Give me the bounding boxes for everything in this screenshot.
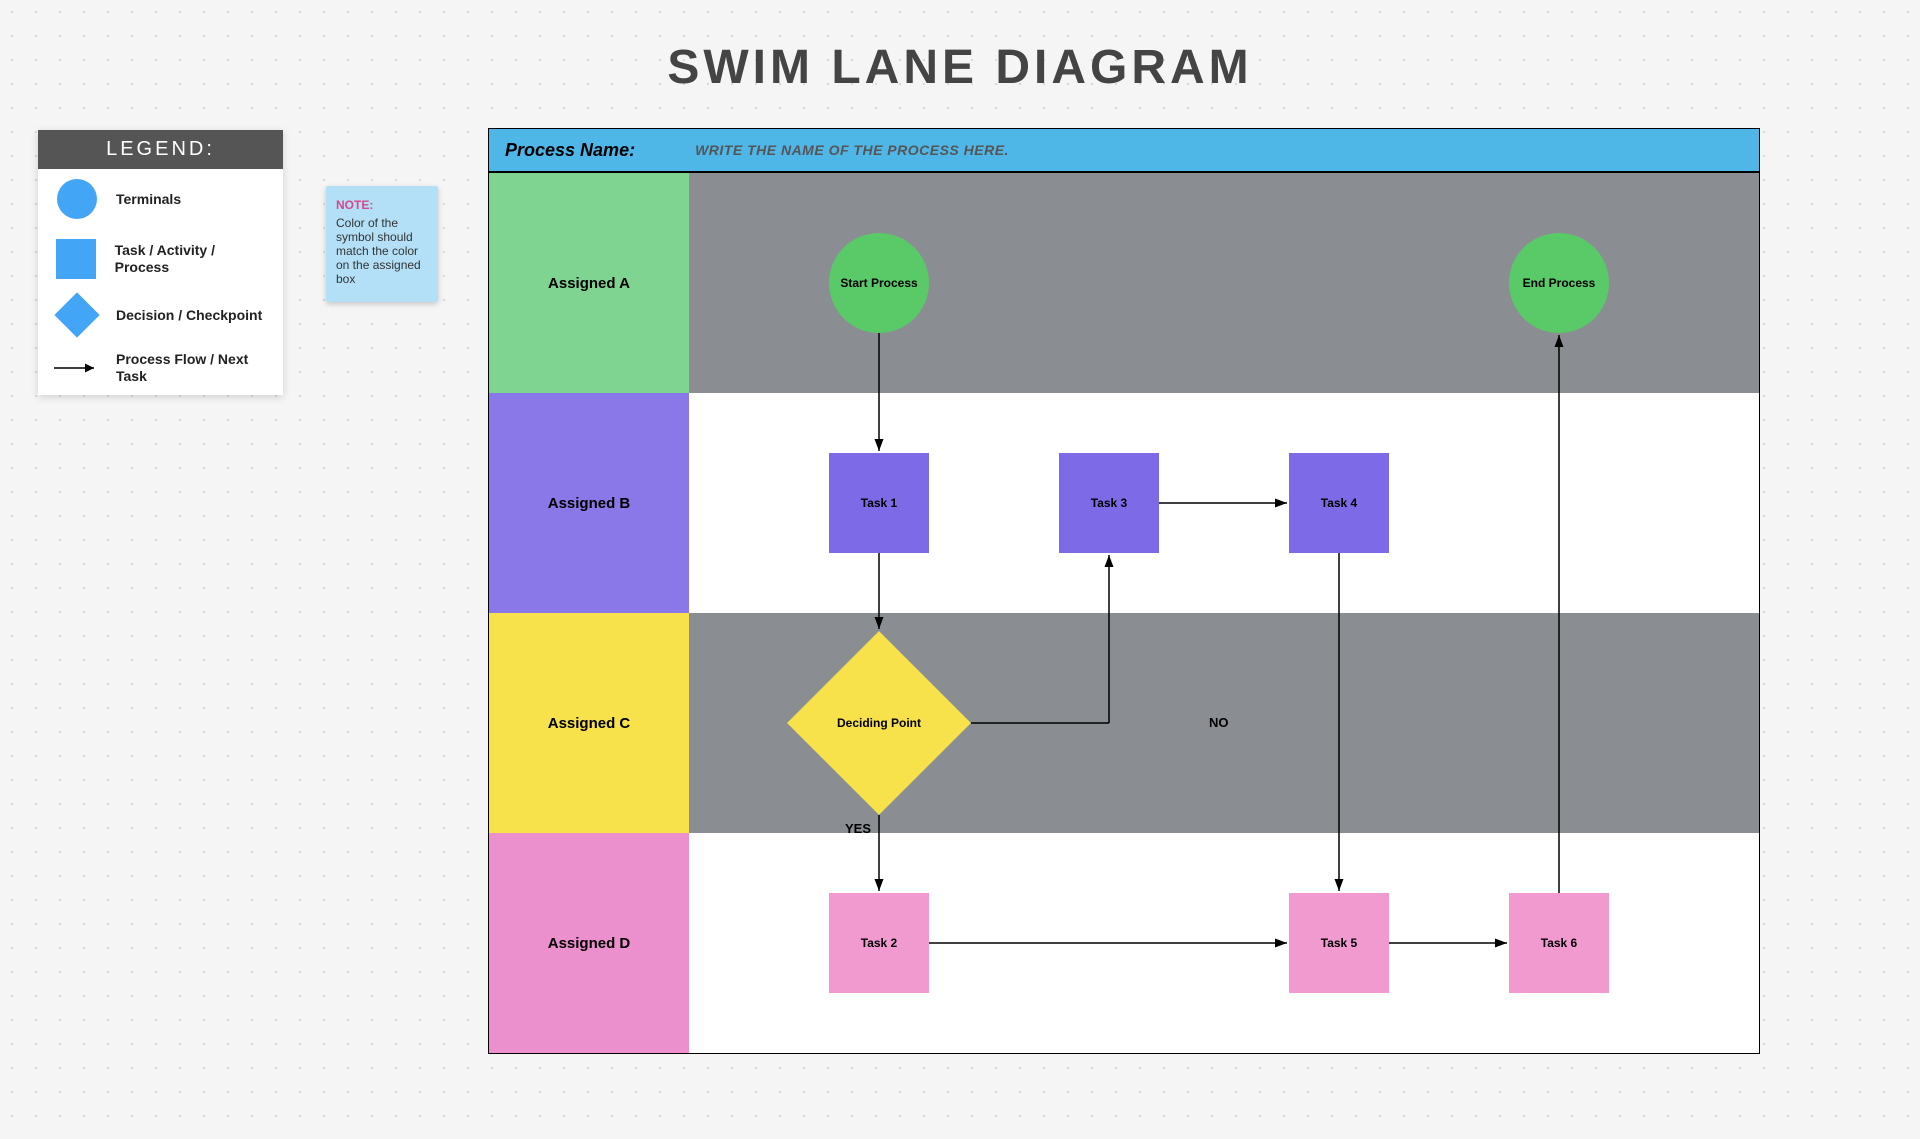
node-task4[interactable]: Task 4 <box>1289 453 1389 553</box>
legend-label: Task / Activity / Process <box>115 242 269 276</box>
legend-label: Terminals <box>116 191 181 208</box>
legend-item-terminals: Terminals <box>38 169 283 229</box>
legend-label: Decision / Checkpoint <box>116 307 262 324</box>
note-panel: NOTE: Color of the symbol should match t… <box>326 186 438 302</box>
lane-header-d: Assigned D <box>489 833 689 1053</box>
circle-icon <box>57 179 97 219</box>
note-title: NOTE: <box>336 198 428 212</box>
lanes: Assigned A Start Process End Process Ass… <box>489 173 1759 1053</box>
node-task2[interactable]: Task 2 <box>829 893 929 993</box>
legend-label: Process Flow / Next Task <box>116 351 269 385</box>
node-task1[interactable]: Task 1 <box>829 453 929 553</box>
node-end[interactable]: End Process <box>1509 233 1609 333</box>
page-title: SWIM LANE DIAGRAM <box>667 40 1252 95</box>
legend-header: LEGEND: <box>38 130 283 169</box>
edge-label-no: NO <box>1209 715 1229 730</box>
square-icon <box>56 239 96 279</box>
lane-header-b: Assigned B <box>489 393 689 613</box>
lane-d: Assigned D Task 2 Task 5 Task 6 <box>489 833 1759 1053</box>
node-task5[interactable]: Task 5 <box>1289 893 1389 993</box>
edge-label-yes: YES <box>845 821 871 836</box>
process-name-label: Process Name: <box>505 140 635 161</box>
lane-b: Assigned B Task 1 Task 3 Task 4 <box>489 393 1759 613</box>
legend-item-flow: Process Flow / Next Task <box>38 341 283 395</box>
legend-item-decision: Decision / Checkpoint <box>38 289 283 341</box>
lane-a: Assigned A Start Process End Process <box>489 173 1759 393</box>
process-name-row: Process Name: WRITE THE NAME OF THE PROC… <box>489 129 1759 173</box>
legend-item-task: Task / Activity / Process <box>38 229 283 289</box>
lane-body-a: Start Process End Process <box>689 173 1759 393</box>
process-name-placeholder[interactable]: WRITE THE NAME OF THE PROCESS HERE. <box>695 142 1009 158</box>
node-task6[interactable]: Task 6 <box>1509 893 1609 993</box>
lane-c: Assigned C Deciding Point <box>489 613 1759 833</box>
diamond-icon <box>54 292 99 337</box>
lane-header-a: Assigned A <box>489 173 689 393</box>
node-task3[interactable]: Task 3 <box>1059 453 1159 553</box>
lane-body-d: Task 2 Task 5 Task 6 <box>689 833 1759 1053</box>
node-decision-label: Deciding Point <box>814 658 944 788</box>
lane-header-c: Assigned C <box>489 613 689 833</box>
lane-body-b: Task 1 Task 3 Task 4 <box>689 393 1759 613</box>
node-decision[interactable]: Deciding Point <box>787 631 971 815</box>
note-text: Color of the symbol should match the col… <box>336 216 428 286</box>
arrow-icon <box>52 358 102 378</box>
node-start[interactable]: Start Process <box>829 233 929 333</box>
legend-panel: LEGEND: Terminals Task / Activity / Proc… <box>38 130 283 395</box>
swimlane-diagram: Process Name: WRITE THE NAME OF THE PROC… <box>488 128 1760 1054</box>
